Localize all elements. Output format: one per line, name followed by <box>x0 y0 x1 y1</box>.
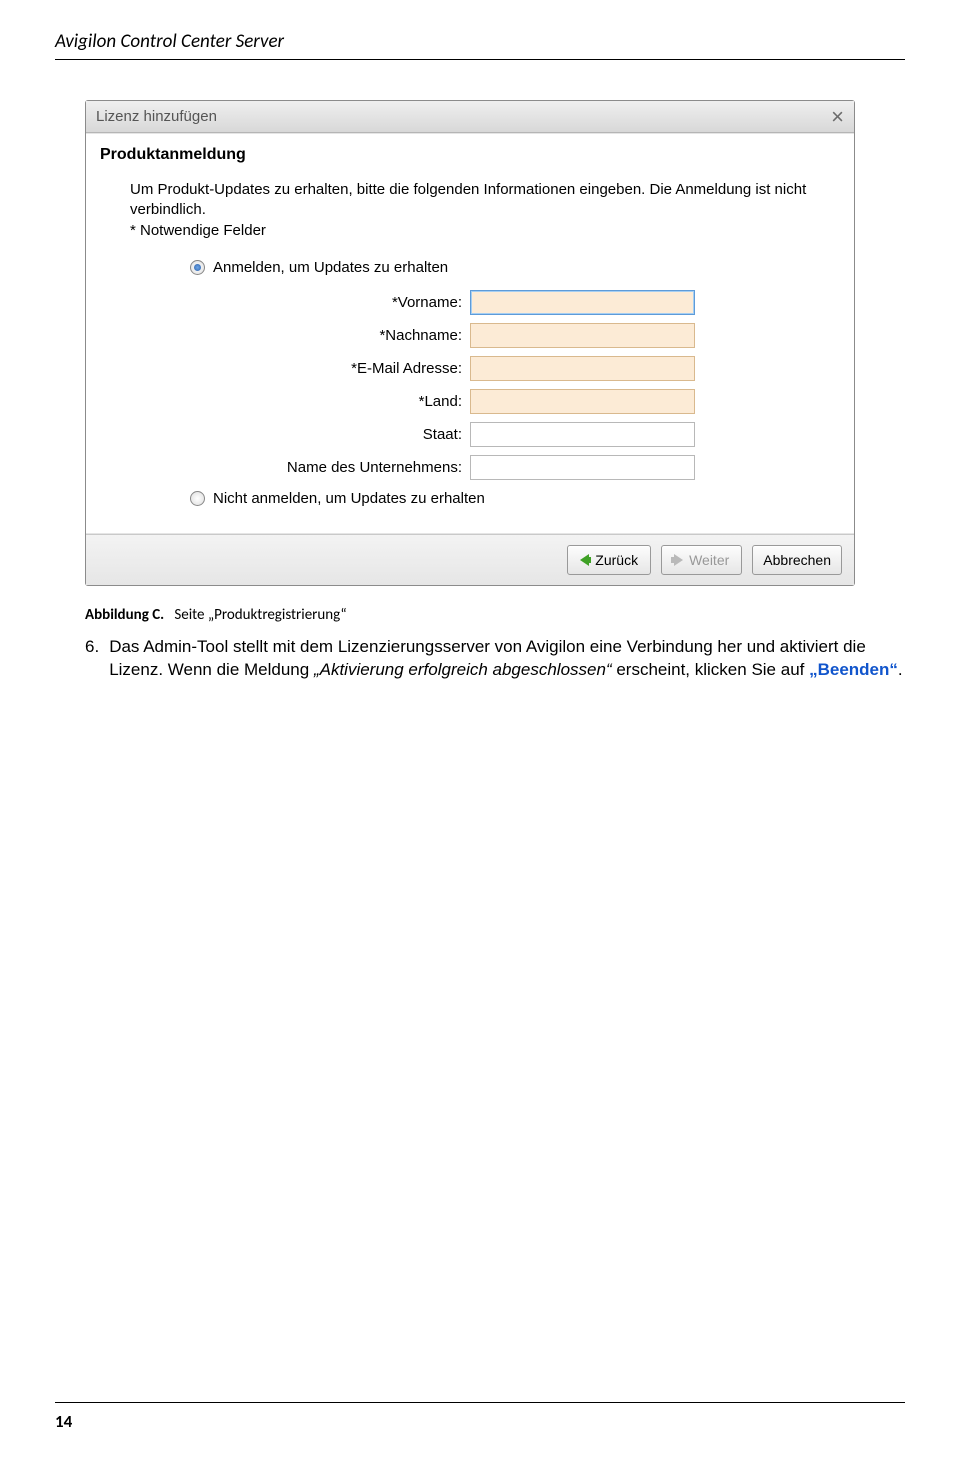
para-italic: „Aktivierung erfolgreich abgeschlossen“ <box>314 660 612 679</box>
radio-signup-label: Anmelden, um Updates zu erhalten <box>213 259 448 276</box>
input-firma[interactable] <box>470 455 695 480</box>
intro-text: Um Produkt-Updates zu erhalten, bitte di… <box>100 180 840 241</box>
radio-nosignup-row[interactable]: Nicht anmelden, um Updates zu erhalten <box>100 490 840 507</box>
figure-caption: Abbildung C. Seite „Produktregistrierung… <box>85 606 905 624</box>
intro-line2: * Notwendige Felder <box>130 221 840 241</box>
back-button-label: Zurück <box>595 552 638 568</box>
paragraph-text: Das Admin-Tool stellt mit dem Lizenzieru… <box>109 636 905 682</box>
label-land: *Land: <box>100 393 470 410</box>
radio-signup-row[interactable]: Anmelden, um Updates zu erhalten <box>100 259 840 276</box>
radio-unselected-icon[interactable] <box>190 491 205 506</box>
page-footer: 14 <box>55 1402 905 1432</box>
next-button-label: Weiter <box>689 552 729 568</box>
input-vorname[interactable] <box>470 290 695 315</box>
page-number: 14 <box>55 1411 72 1432</box>
arrow-right-icon <box>674 554 683 566</box>
arrow-left-icon <box>580 554 589 566</box>
list-number: 6. <box>85 636 99 682</box>
next-button[interactable]: Weiter <box>661 545 742 575</box>
para-post: . <box>898 660 903 679</box>
back-button[interactable]: Zurück <box>567 545 651 575</box>
caption-text: Seite „Produktregistrierung“ <box>174 606 346 624</box>
intro-line1: Um Produkt-Updates zu erhalten, bitte di… <box>130 180 840 221</box>
input-land[interactable] <box>470 389 695 414</box>
dialog-titlebar: Lizenz hinzufügen × <box>86 101 854 133</box>
body-paragraph: 6. Das Admin-Tool stellt mit dem Lizenzi… <box>85 636 905 682</box>
dialog-title: Lizenz hinzufügen <box>96 108 831 125</box>
para-mid: erscheint, klicken Sie auf <box>612 660 809 679</box>
doc-header: Avigilon Control Center Server <box>55 30 905 60</box>
input-email[interactable] <box>470 356 695 381</box>
close-icon[interactable]: × <box>831 106 844 128</box>
label-vorname: *Vorname: <box>100 294 470 311</box>
dialog-body: Produktanmeldung Um Produkt-Updates zu e… <box>86 133 854 534</box>
label-firma: Name des Unternehmens: <box>100 459 470 476</box>
cancel-button-label: Abbrechen <box>763 552 831 568</box>
cancel-button[interactable]: Abbrechen <box>752 545 842 575</box>
label-email: *E-Mail Adresse: <box>100 360 470 377</box>
radio-selected-icon[interactable] <box>190 260 205 275</box>
para-button-ref: „Beenden“ <box>809 660 898 679</box>
dialog-footer: Zurück Weiter Abbrechen <box>86 534 854 585</box>
caption-label: Abbildung C. <box>85 606 164 624</box>
dialog-screenshot: Lizenz hinzufügen × Produktanmeldung Um … <box>85 100 895 586</box>
input-nachname[interactable] <box>470 323 695 348</box>
section-heading: Produktanmeldung <box>100 146 840 164</box>
dialog-window: Lizenz hinzufügen × Produktanmeldung Um … <box>85 100 855 586</box>
label-staat: Staat: <box>100 426 470 443</box>
input-staat[interactable] <box>470 422 695 447</box>
radio-nosignup-label: Nicht anmelden, um Updates zu erhalten <box>213 490 485 507</box>
label-nachname: *Nachname: <box>100 327 470 344</box>
